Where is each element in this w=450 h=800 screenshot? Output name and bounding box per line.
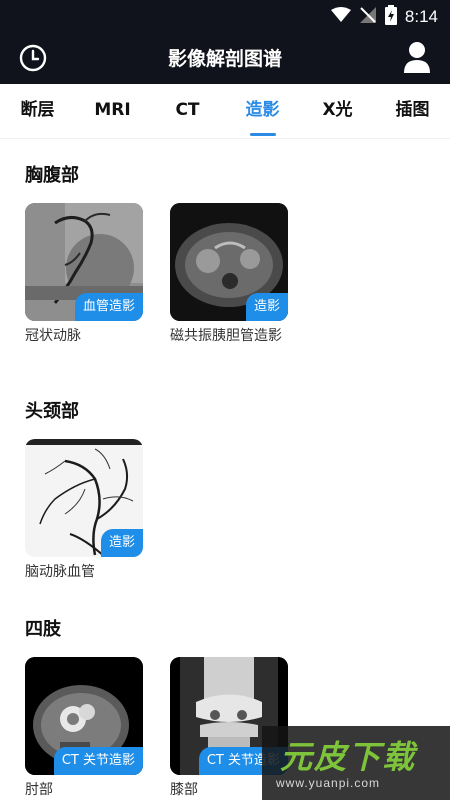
section-title: 胸腹部	[25, 165, 79, 186]
watermark-text: 元皮下载	[280, 738, 417, 776]
section-title: 四肢	[25, 619, 61, 640]
card-label: 肘部	[25, 782, 53, 798]
thumbnail-image: 血管造影	[25, 203, 143, 321]
card-label: 脑动脉血管	[25, 564, 95, 580]
tab-ct[interactable]: CT	[150, 84, 225, 138]
thumbnail-image: 造影	[170, 203, 288, 321]
active-tab-indicator	[250, 133, 276, 136]
battery-charging-icon	[384, 5, 397, 29]
thumbnail-image: CT 关节造影	[25, 657, 143, 775]
category-badge: 造影	[100, 529, 143, 557]
card-coronary-artery[interactable]: 血管造影 冠状动脉	[25, 203, 143, 345]
status-bar: 8:14	[0, 0, 450, 32]
tab-xray[interactable]: X光	[300, 84, 375, 138]
wifi-icon	[330, 7, 351, 27]
card-label: 冠状动脉	[25, 328, 81, 344]
tab-mri[interactable]: MRI	[75, 84, 150, 138]
category-badge: 造影	[245, 293, 288, 321]
status-icons: 8:14	[330, 5, 438, 29]
card-mrcp[interactable]: 造影 磁共振胰胆管造影	[170, 203, 288, 345]
tab-contrast[interactable]: 造影	[225, 84, 300, 138]
card-cerebral-arteries[interactable]: 造影 脑动脉血管	[25, 439, 143, 581]
card-elbow[interactable]: CT 关节造影 肘部	[25, 657, 143, 799]
profile-button[interactable]	[402, 40, 432, 74]
tab-contrast-label: 造影	[245, 100, 280, 120]
user-icon	[404, 42, 430, 73]
no-signal-icon	[359, 6, 377, 28]
watermark: 元皮下载 www.yuanpi.com	[262, 726, 450, 800]
tab-sectional[interactable]: 断层	[0, 84, 75, 138]
content-list[interactable]: 胸腹部 血管造影 冠状动脉 造影 磁共振胰胆管造影 头颈部 造影 脑动脉血管 四…	[0, 138, 450, 800]
tab-bar: 断层 MRI CT 造影 X光 插图	[0, 84, 450, 138]
category-badge: CT 关节造影	[53, 747, 143, 775]
section-title: 头颈部	[25, 401, 79, 422]
category-badge: 血管造影	[74, 293, 143, 321]
watermark-url: www.yuanpi.com	[276, 776, 381, 790]
page-title: 影像解剖图谱	[167, 48, 282, 70]
app-bar: 影像解剖图谱	[0, 32, 450, 84]
card-label: 磁共振胰胆管造影	[170, 328, 282, 344]
tab-illustration[interactable]: 插图	[375, 84, 450, 138]
status-time: 8:14	[404, 7, 438, 26]
thumbnail-image: 造影	[25, 439, 143, 557]
